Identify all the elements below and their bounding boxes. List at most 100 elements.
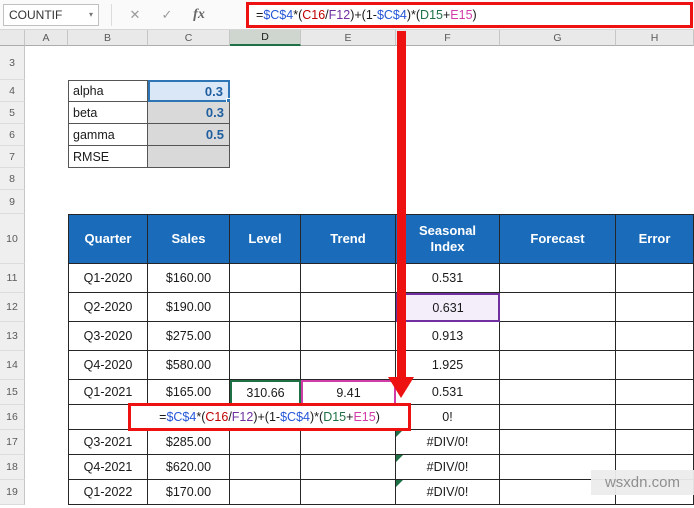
cell-level[interactable] bbox=[230, 351, 301, 380]
cell-quarter[interactable]: Q1-2020 bbox=[68, 264, 148, 293]
cell-forecast[interactable] bbox=[500, 380, 616, 405]
cell-b7-rmse-label[interactable]: RMSE bbox=[68, 146, 148, 168]
table-header-seasonal-index[interactable]: Seasonal Index bbox=[396, 214, 500, 264]
cell-c5-beta-value[interactable]: 0.3 bbox=[148, 102, 230, 124]
cell-sales[interactable]: $275.00 bbox=[148, 322, 230, 351]
cell-forecast[interactable] bbox=[500, 322, 616, 351]
name-box[interactable]: COUNTIF ▾ bbox=[3, 3, 99, 26]
cell-b5-beta-label[interactable]: beta bbox=[68, 102, 148, 124]
column-header-h[interactable]: H bbox=[616, 30, 694, 46]
row-header-8[interactable]: 8 bbox=[0, 168, 25, 190]
cell-seasonal-error[interactable]: #DIV/0! bbox=[396, 430, 500, 455]
cell-quarter[interactable]: Q4-2021 bbox=[68, 455, 148, 480]
cell-sales[interactable]: $170.00 bbox=[148, 480, 230, 505]
cell-quarter[interactable]: Q1-2021 bbox=[68, 380, 148, 405]
cell-error[interactable] bbox=[616, 264, 694, 293]
cell-seasonal[interactable]: 0.531 bbox=[396, 264, 500, 293]
cell-level[interactable] bbox=[230, 322, 301, 351]
cell-level[interactable] bbox=[230, 293, 301, 322]
cell-error[interactable] bbox=[616, 405, 694, 430]
cell-quarter[interactable]: Q4-2020 bbox=[68, 351, 148, 380]
cell-trend[interactable] bbox=[301, 293, 396, 322]
cell-forecast[interactable] bbox=[500, 405, 616, 430]
cancel-icon[interactable]: ✕ bbox=[122, 4, 148, 26]
row-header-19[interactable]: 19 bbox=[0, 480, 25, 505]
column-header-a[interactable]: A bbox=[25, 30, 68, 46]
row-header-12[interactable]: 12 bbox=[0, 293, 25, 322]
cell-error[interactable] bbox=[616, 351, 694, 380]
row-header-9[interactable]: 9 bbox=[0, 190, 25, 214]
cell-forecast[interactable] bbox=[500, 264, 616, 293]
cell-level[interactable] bbox=[230, 430, 301, 455]
column-header-b[interactable]: B bbox=[68, 30, 148, 46]
cell-sales[interactable]: $580.00 bbox=[148, 351, 230, 380]
table-header-sales[interactable]: Sales bbox=[148, 214, 230, 264]
row-header-5[interactable]: 5 bbox=[0, 102, 25, 124]
row-header-7[interactable]: 7 bbox=[0, 146, 25, 168]
row-header-13[interactable]: 13 bbox=[0, 322, 25, 351]
row-header-15[interactable]: 15 bbox=[0, 380, 25, 405]
cell-seasonal-error[interactable]: #DIV/0! bbox=[396, 455, 500, 480]
cell-trend[interactable] bbox=[301, 430, 396, 455]
cell-error[interactable] bbox=[616, 293, 694, 322]
cell-sales[interactable]: $165.00 bbox=[148, 380, 230, 405]
row-header-14[interactable]: 14 bbox=[0, 351, 25, 380]
cell-c7-rmse-value[interactable] bbox=[148, 146, 230, 168]
cell-quarter[interactable]: Q2-2020 bbox=[68, 293, 148, 322]
cell-trend[interactable] bbox=[301, 351, 396, 380]
cell-level[interactable] bbox=[230, 455, 301, 480]
column-header-e[interactable]: E bbox=[301, 30, 396, 46]
cell-quarter[interactable]: Q3-2020 bbox=[68, 322, 148, 351]
cell-quarter[interactable]: Q3-2021 bbox=[68, 430, 148, 455]
cell-quarter[interactable]: Q1-2022 bbox=[68, 480, 148, 505]
cell-seasonal[interactable]: 1.925 bbox=[396, 351, 500, 380]
insert-function-icon[interactable]: fx bbox=[186, 4, 212, 26]
cell-level[interactable] bbox=[230, 480, 301, 505]
row-header-18[interactable]: 18 bbox=[0, 455, 25, 480]
cell-c6-gamma-value[interactable]: 0.5 bbox=[148, 124, 230, 146]
table-header-quarter[interactable]: Quarter bbox=[68, 214, 148, 264]
select-all-button[interactable] bbox=[0, 30, 25, 46]
cell-level[interactable] bbox=[230, 264, 301, 293]
cell-e15-trend-highlighted[interactable]: 9.41 bbox=[301, 380, 396, 405]
cell-trend[interactable] bbox=[301, 480, 396, 505]
cell-seasonal-error[interactable]: #DIV/0! bbox=[396, 480, 500, 505]
cell-b6-gamma-label[interactable]: gamma bbox=[68, 124, 148, 146]
cell-seasonal[interactable]: 0.913 bbox=[396, 322, 500, 351]
table-header-error[interactable]: Error bbox=[616, 214, 694, 264]
table-header-forecast[interactable]: Forecast bbox=[500, 214, 616, 264]
cell-f12-seasonal-highlighted[interactable]: 0.631 bbox=[396, 293, 500, 322]
dropdown-icon[interactable]: ▾ bbox=[89, 10, 93, 19]
cell-error[interactable] bbox=[616, 322, 694, 351]
table-header-trend[interactable]: Trend bbox=[301, 214, 396, 264]
cell-trend[interactable] bbox=[301, 455, 396, 480]
cell-forecast[interactable] bbox=[500, 430, 616, 455]
column-header-g[interactable]: G bbox=[500, 30, 616, 46]
row-header-11[interactable]: 11 bbox=[0, 264, 25, 293]
row-header-4[interactable]: 4 bbox=[0, 80, 25, 102]
row-header-3[interactable]: 3 bbox=[0, 46, 25, 80]
cell-forecast[interactable] bbox=[500, 351, 616, 380]
column-header-c[interactable]: C bbox=[148, 30, 230, 46]
cell-trend[interactable] bbox=[301, 322, 396, 351]
row-header-10[interactable]: 10 bbox=[0, 214, 25, 264]
cell-b4-alpha-label[interactable]: alpha bbox=[68, 80, 148, 102]
cell-sales[interactable]: $190.00 bbox=[148, 293, 230, 322]
cell-d15-level-highlighted[interactable]: 310.66 bbox=[230, 380, 301, 405]
cell-trend[interactable] bbox=[301, 264, 396, 293]
row-header-17[interactable]: 17 bbox=[0, 430, 25, 455]
cell-sales[interactable]: $620.00 bbox=[148, 455, 230, 480]
column-header-f[interactable]: F bbox=[396, 30, 500, 46]
formula-input[interactable]: =$C$4*(C16/F12)+(1-$C$4)*(D15+E15) bbox=[246, 2, 693, 28]
table-header-level[interactable]: Level bbox=[230, 214, 301, 264]
cell-sales[interactable]: $160.00 bbox=[148, 264, 230, 293]
column-header-d[interactable]: D bbox=[230, 30, 301, 46]
row-header-16[interactable]: 16 bbox=[0, 405, 25, 430]
cell-error[interactable] bbox=[616, 380, 694, 405]
cell-forecast[interactable] bbox=[500, 293, 616, 322]
cell-sales[interactable]: $285.00 bbox=[148, 430, 230, 455]
cell-f16-partial-result[interactable]: 0! bbox=[396, 405, 500, 430]
row-header-6[interactable]: 6 bbox=[0, 124, 25, 146]
cell-c4-alpha-value-selected[interactable]: 0.3 bbox=[148, 80, 231, 103]
enter-icon[interactable]: ✓ bbox=[154, 4, 180, 26]
